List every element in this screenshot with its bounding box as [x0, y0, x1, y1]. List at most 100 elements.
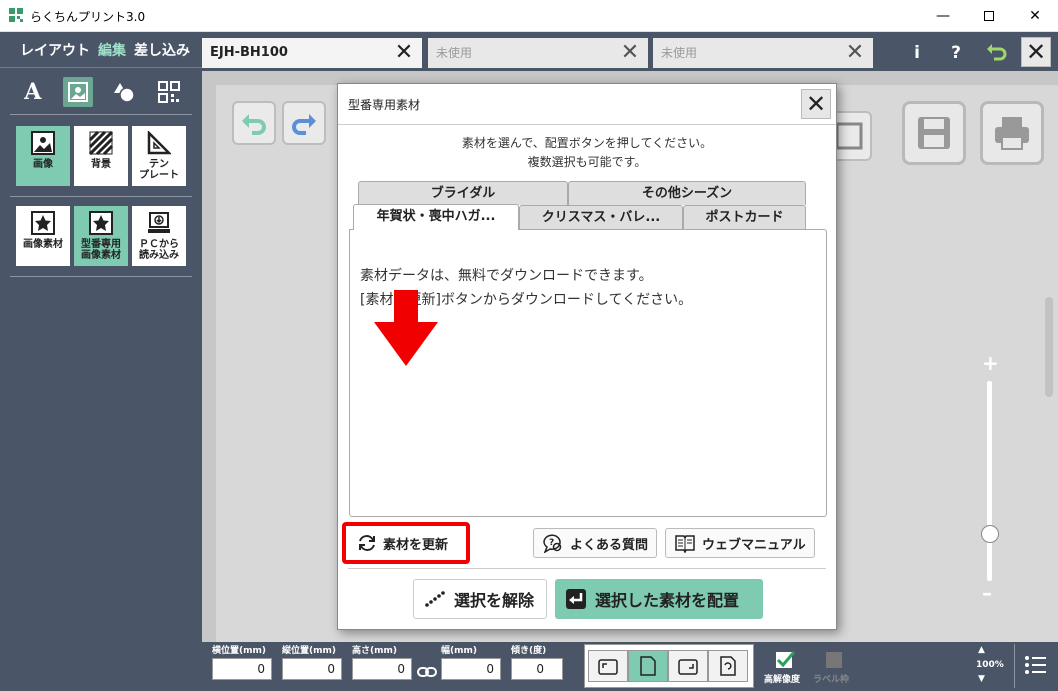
zoom-slider-knob[interactable] [981, 525, 999, 543]
zoom-out-icon[interactable]: – [982, 581, 992, 605]
zoom-in-icon[interactable]: + [982, 351, 999, 375]
tile-image[interactable]: 画像 [16, 126, 70, 186]
qrcode-tool[interactable] [154, 77, 184, 107]
frame-icon [835, 122, 863, 150]
instruction-line-1: 素材を選んで、配置ボタンを押してください。 [461, 136, 713, 150]
deselect-button[interactable]: 選択を解除 [413, 579, 547, 619]
close-tab-icon[interactable]: ✕ [394, 42, 414, 64]
close-icon: ✕ [1029, 8, 1041, 24]
rotation-label: 傾き(度) [511, 646, 547, 656]
qrcode-icon [158, 81, 181, 103]
tab-bridal[interactable]: ブライダル [358, 181, 568, 205]
zoom-down-icon[interactable]: ▼ [978, 674, 985, 684]
maximize-icon [984, 11, 994, 21]
message-line-1: 素材データは、無料でダウンロードできます。 [360, 268, 653, 284]
close-tab-icon[interactable]: ✕ [845, 42, 865, 64]
deselect-label: 選択を解除 [454, 591, 535, 610]
tile-template[interactable]: テン プレート [132, 126, 186, 186]
rotate-right-button[interactable] [668, 650, 708, 682]
height-label: 高さ(mm) [352, 646, 397, 656]
high-res-label: 高解像度 [764, 675, 801, 685]
tile-background[interactable]: 背景 [74, 126, 128, 186]
tab-other-seasons[interactable]: その他シーズン [568, 181, 806, 205]
tile-model-material[interactable]: 型番専用 画像素材 [74, 206, 128, 266]
rotate-right-icon [678, 659, 698, 675]
tab-christmas[interactable]: クリスマス・バレ... [519, 205, 683, 229]
print-button[interactable] [980, 101, 1044, 165]
dialog-instructions: 素材を選んで、配置ボタンを押してください。 複数選択も可能です。 [338, 134, 836, 172]
mode-layout[interactable]: レイアウト [20, 40, 90, 60]
rotate-180-button[interactable] [708, 650, 748, 682]
divider [10, 196, 192, 197]
list-menu-icon[interactable] [1024, 654, 1046, 676]
tab-ejh-bh100[interactable]: EJH-BH100 ✕ [202, 38, 422, 68]
rotation-input[interactable]: 0 [511, 658, 563, 680]
check-icon[interactable] [774, 650, 796, 670]
faq-button[interactable]: ? よくある質問 [533, 528, 658, 558]
ruler-left [202, 85, 216, 642]
portrait-button[interactable] [628, 650, 668, 682]
tile-image-material-label: 画像素材 [23, 239, 63, 250]
app-icon [9, 8, 23, 22]
title-bar: らくちんプリント3.0 — ✕ [0, 0, 1058, 32]
divider [10, 276, 192, 277]
highlight-box [342, 522, 470, 564]
enter-icon [566, 589, 586, 609]
tile-image-material[interactable]: 画像素材 [16, 206, 70, 266]
divider [338, 124, 836, 125]
tile-pc-import-label: ＰＣから 読み込み [139, 239, 179, 261]
tab-label: EJH-BH100 [210, 45, 288, 60]
y-position-input[interactable]: 0 [282, 658, 342, 680]
link-icon[interactable] [417, 666, 437, 678]
deselect-dots-icon [425, 591, 445, 607]
save-button[interactable] [902, 101, 966, 165]
minimize-icon: — [936, 8, 950, 24]
mode-edit[interactable]: 編集 [98, 40, 126, 60]
faq-label: よくある質問 [570, 537, 649, 553]
redo-icon [292, 114, 316, 135]
tile-model-material-label: 型番専用 画像素材 [81, 239, 121, 261]
maximize-button[interactable] [966, 0, 1012, 32]
tab-postcard[interactable]: ポストカード [683, 205, 806, 229]
width-label: 幅(mm) [441, 646, 477, 656]
star-image-icon [89, 211, 113, 235]
tab-unused-2[interactable]: 未使用 ✕ [653, 38, 873, 68]
minimize-button[interactable]: — [920, 0, 966, 32]
place-selected-button[interactable]: 選択した素材を配置 [555, 579, 763, 619]
shape-tool[interactable] [109, 77, 139, 107]
tile-pc-import[interactable]: ＰＣから 読み込み [132, 206, 186, 266]
close-icon: ✕ [1025, 38, 1047, 66]
image-tool[interactable] [63, 77, 94, 107]
material-panel: 素材データは、無料でダウンロードできます。 [素材を更新]ボタンからダウンロード… [349, 229, 827, 517]
divider [10, 114, 192, 115]
label-frame-label: ラベル枠 [813, 675, 850, 685]
close-window-button[interactable]: ✕ [1012, 0, 1058, 32]
info-icon[interactable]: i [905, 41, 929, 65]
label-frame-checkbox[interactable] [826, 652, 842, 668]
web-manual-button[interactable]: ウェブマニュアル [665, 528, 815, 558]
text-tool[interactable]: A [18, 77, 48, 107]
template-icon [147, 131, 171, 155]
x-position-input[interactable]: 0 [212, 658, 272, 680]
height-input[interactable]: 0 [352, 658, 412, 680]
close-app-button[interactable]: ✕ [1021, 37, 1051, 67]
undo-icon [242, 114, 266, 135]
width-input[interactable]: 0 [441, 658, 501, 680]
dialog-close-button[interactable]: ✕ [801, 89, 831, 119]
instruction-line-2: 複数選択も可能です。 [527, 155, 647, 169]
close-tab-icon[interactable]: ✕ [620, 42, 640, 64]
tab-new-year-cards[interactable]: 年賀状・喪中ハガ... [353, 204, 519, 230]
property-bar: 横位置(mm) 0 縦位置(mm) 0 高さ(mm) 0 幅(mm) 0 傾き(… [202, 642, 1058, 691]
tile-background-label: 背景 [91, 159, 111, 170]
undo-button[interactable] [232, 101, 276, 145]
redo-button[interactable] [282, 101, 326, 145]
mode-merge[interactable]: 差し込み [134, 40, 190, 60]
zoom-slider-track[interactable] [987, 381, 992, 581]
vertical-scrollbar[interactable] [1045, 297, 1053, 397]
tab-unused-1[interactable]: 未使用 ✕ [428, 38, 648, 68]
undo-arrow-icon[interactable] [984, 41, 1008, 65]
help-icon[interactable]: ? [944, 41, 968, 65]
zoom-up-icon[interactable]: ▲ [978, 645, 985, 655]
rotate-left-button[interactable] [588, 650, 628, 682]
height-field: 高さ(mm) 0 [352, 644, 412, 680]
